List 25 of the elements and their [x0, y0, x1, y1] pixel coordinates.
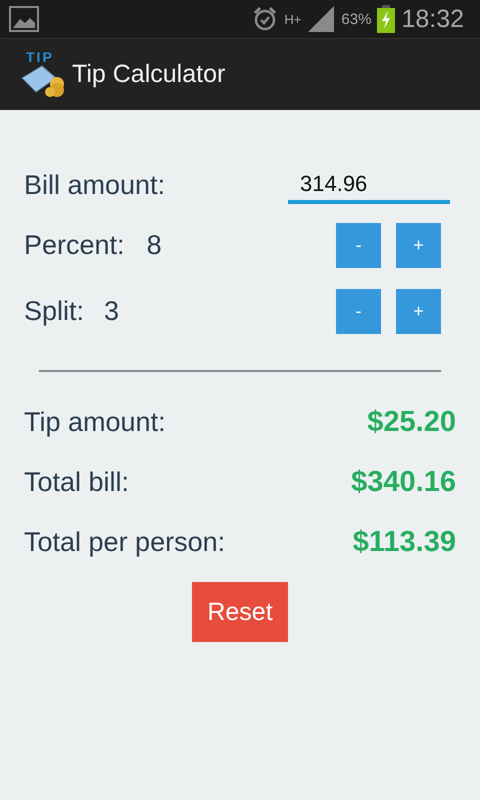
result-label: Total per person:	[24, 526, 226, 558]
result-label: Total bill:	[24, 466, 130, 498]
stepper-label: Split:	[24, 296, 84, 326]
stepper-label: Percent:	[24, 230, 125, 260]
result-label: Tip amount:	[24, 406, 166, 438]
network-type: H+	[284, 12, 302, 26]
clock-time: 18:32	[401, 4, 464, 34]
battery-percent: 63%	[341, 10, 372, 28]
app-title: Tip Calculator	[72, 60, 226, 89]
decrease-button[interactable]: -	[336, 222, 381, 268]
result-amount: $113.39	[352, 526, 456, 558]
result-amount: $340.16	[351, 466, 456, 498]
increase-button[interactable]: +	[396, 288, 441, 334]
result-amount: $25.20	[367, 406, 456, 438]
stepper-value: 8	[146, 230, 162, 260]
decrease-button[interactable]: -	[336, 288, 381, 334]
alarm-icon	[252, 6, 278, 32]
bill-amount-field[interactable]: 314.96	[288, 166, 450, 204]
signal-icon	[307, 6, 336, 32]
battery-charging-icon	[377, 5, 396, 33]
increase-button[interactable]: +	[396, 222, 441, 268]
reset-button[interactable]: Reset	[192, 582, 288, 642]
bill-label: Bill amount:	[24, 170, 166, 200]
stepper-value: 3	[104, 296, 120, 326]
picture-icon	[9, 6, 39, 32]
